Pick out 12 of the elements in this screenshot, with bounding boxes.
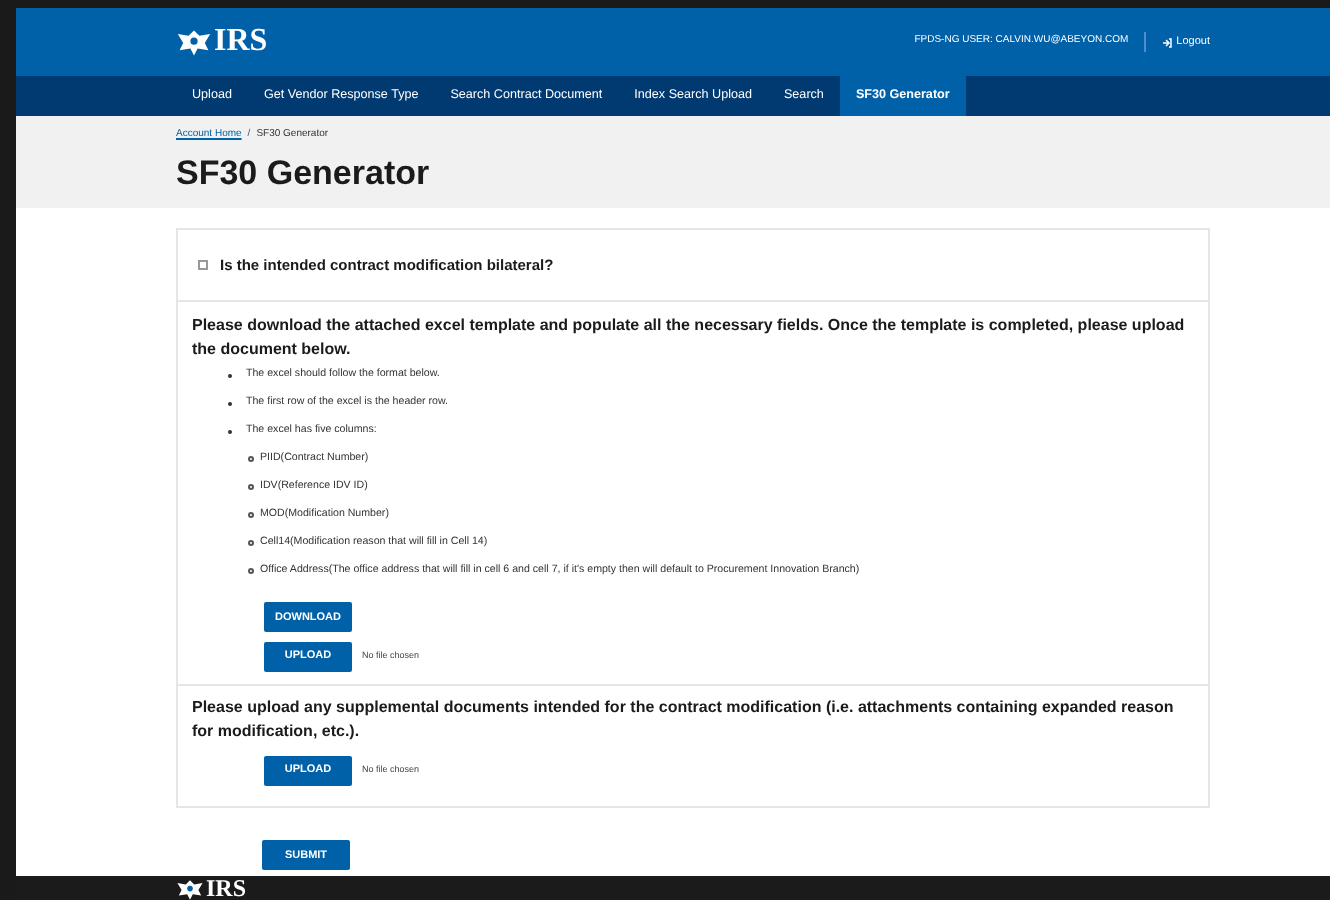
- irs-logo-text: IRS: [214, 22, 268, 62]
- sub-bullet-icon: [248, 568, 254, 575]
- footer-logo-text: IRS: [206, 876, 247, 900]
- sub-bullet-icon: [248, 540, 254, 547]
- sub-bullet-icon: [248, 456, 254, 463]
- bilateral-checkbox[interactable]: [198, 260, 208, 270]
- page-title: SF30 Generator: [176, 151, 432, 195]
- template-instructions: Please download the attached excel template and populate all the necessary fields. Once the template is completed, please upload the document below.: [192, 314, 1187, 362]
- sub-bullet-icon: [248, 484, 254, 491]
- logout-icon: [1162, 37, 1173, 47]
- sub-bullet-icon: [248, 512, 254, 519]
- supplemental-instructions: Please upload any supplemental documents intended for the contract modification (i.e. attachments containing expanded reason for modification, etc.).: [192, 695, 1176, 743]
